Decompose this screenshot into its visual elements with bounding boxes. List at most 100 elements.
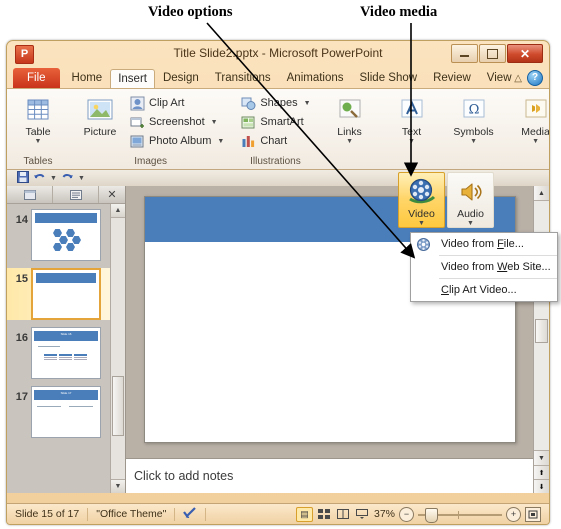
zoom-in-button[interactable]: + bbox=[506, 506, 521, 522]
notes-pane[interactable]: Click to add notes bbox=[126, 458, 533, 493]
customize-quick-access-icon[interactable]: ▼ bbox=[78, 175, 85, 182]
group-label-media bbox=[505, 167, 549, 169]
photo-album-button[interactable]: Photo Album ▼ bbox=[126, 132, 227, 150]
zoom-slider[interactable] bbox=[418, 507, 502, 523]
tab-transitions[interactable]: Transitions bbox=[207, 68, 279, 88]
scroll-down-button[interactable]: ▼ bbox=[534, 450, 549, 465]
chevron-down-icon[interactable]: ▼ bbox=[408, 138, 415, 145]
chevron-down-icon[interactable]: ▼ bbox=[470, 138, 477, 145]
spellcheck-button[interactable] bbox=[175, 507, 207, 521]
media-button[interactable]: Media ▼ bbox=[510, 92, 549, 145]
close-panel-button[interactable]: ✕ bbox=[99, 186, 125, 203]
symbols-button[interactable]: Ω Symbols ▼ bbox=[448, 92, 500, 145]
tab-animations[interactable]: Animations bbox=[279, 68, 352, 88]
thumbnail-preview: Slide 17 bbox=[31, 386, 101, 438]
ribbon-group-links: Links ▼ bbox=[319, 89, 381, 169]
shapes-icon bbox=[240, 95, 256, 111]
zoom-slider-handle[interactable] bbox=[425, 507, 438, 523]
redo-icon[interactable] bbox=[61, 171, 74, 186]
thumbnail-item-selected[interactable]: 15 bbox=[7, 268, 110, 320]
tab-review[interactable]: Review bbox=[425, 68, 479, 88]
video-button[interactable]: Video ▼ bbox=[398, 172, 445, 228]
previous-slide-button[interactable]: ⬆ bbox=[534, 465, 549, 479]
zoom-level[interactable]: 37% bbox=[374, 508, 395, 520]
thumbnail-list[interactable]: 14 15 16 Slide 16 17 Slide 17 bbox=[7, 204, 110, 493]
fit-slide-to-window-button[interactable] bbox=[525, 506, 541, 522]
chevron-down-icon[interactable]: ▼ bbox=[35, 138, 42, 145]
minimize-button[interactable] bbox=[451, 44, 478, 63]
notes-placeholder: Click to add notes bbox=[134, 469, 234, 483]
thumbnail-item[interactable]: 16 Slide 16 bbox=[7, 327, 110, 379]
view-reading-button[interactable] bbox=[336, 508, 351, 521]
zoom-out-button[interactable]: − bbox=[399, 506, 414, 522]
menu-item-video-from-file[interactable]: Video from File... bbox=[411, 233, 557, 255]
thumbnail-preview: Slide 16 bbox=[31, 327, 101, 379]
restore-button[interactable] bbox=[479, 44, 506, 63]
chart-button[interactable]: Chart bbox=[237, 132, 313, 150]
thumbnail-preview bbox=[31, 268, 101, 320]
chevron-down-icon[interactable]: ▼ bbox=[418, 220, 425, 227]
table-button[interactable]: Table ▼ bbox=[12, 92, 64, 145]
menu-item-video-from-web-site[interactable]: Video from Web Site... bbox=[411, 256, 557, 278]
picture-button[interactable]: Picture bbox=[74, 92, 126, 138]
next-slide-button[interactable]: ⬇ bbox=[534, 479, 549, 493]
group-label-text bbox=[381, 167, 443, 169]
minimize-ribbon-icon[interactable]: △ bbox=[514, 73, 522, 84]
chevron-down-icon[interactable]: ▼ bbox=[50, 175, 57, 182]
shapes-button[interactable]: Shapes ▼ bbox=[237, 94, 313, 112]
tab-design[interactable]: Design bbox=[155, 68, 207, 88]
save-icon[interactable] bbox=[17, 171, 29, 186]
video-button-label: Video bbox=[408, 208, 435, 220]
slide-title-band bbox=[36, 273, 96, 283]
scroll-thumb[interactable] bbox=[535, 319, 548, 343]
chevron-down-icon[interactable]: ▼ bbox=[211, 119, 218, 126]
thumbnail-number: 15 bbox=[15, 273, 28, 285]
links-button[interactable]: Links ▼ bbox=[324, 92, 376, 145]
scroll-thumb[interactable] bbox=[112, 376, 124, 436]
chevron-down-icon[interactable]: ▼ bbox=[304, 100, 311, 107]
scroll-down-button[interactable]: ▼ bbox=[111, 479, 125, 493]
thumbnail-item[interactable]: 14 bbox=[7, 209, 110, 261]
tab-outline[interactable] bbox=[53, 186, 99, 203]
text-button[interactable]: Text ▼ bbox=[386, 92, 438, 145]
undo-icon[interactable] bbox=[33, 171, 46, 186]
scroll-track[interactable] bbox=[111, 218, 125, 479]
thumbnail-item[interactable]: 17 Slide 17 bbox=[7, 386, 110, 438]
tab-slide-show[interactable]: Slide Show bbox=[352, 68, 426, 88]
screenshot-button[interactable]: Screenshot ▼ bbox=[126, 113, 227, 131]
theme-name[interactable]: "Office Theme" bbox=[88, 507, 176, 521]
tab-home[interactable]: Home bbox=[64, 68, 111, 88]
audio-button[interactable]: Audio ▼ bbox=[447, 172, 494, 228]
help-icon[interactable]: ? bbox=[527, 70, 543, 86]
chevron-down-icon[interactable]: ▼ bbox=[217, 138, 224, 145]
chevron-down-icon[interactable]: ▼ bbox=[346, 138, 353, 145]
video-dropdown-menu[interactable]: Video from File... Video from Web Site..… bbox=[410, 232, 558, 302]
clip-art-label: Clip Art bbox=[149, 97, 185, 109]
tab-slides[interactable] bbox=[7, 186, 53, 203]
clip-art-button[interactable]: Clip Art bbox=[126, 94, 227, 112]
ribbon-group-images: Picture Clip Art Screenshot ▼ Photo Albu… bbox=[69, 89, 232, 169]
ribbon-body: Table ▼ Tables Picture Clip Art Screensh… bbox=[7, 88, 549, 170]
screenshot-icon bbox=[129, 114, 145, 130]
view-normal-button[interactable]: ▤ bbox=[295, 506, 313, 522]
scroll-up-button[interactable]: ▲ bbox=[534, 186, 549, 201]
smartart-icon bbox=[240, 114, 256, 130]
tab-insert[interactable]: Insert bbox=[110, 69, 155, 88]
chevron-down-icon[interactable]: ▼ bbox=[532, 138, 539, 145]
annotation-video-options: Video options bbox=[148, 4, 233, 20]
thumbnail-scrollbar[interactable]: ▲ ▼ bbox=[110, 204, 125, 493]
screenshot-label: Screenshot bbox=[149, 116, 205, 128]
scroll-up-button[interactable]: ▲ bbox=[111, 204, 125, 218]
view-slide-sorter-button[interactable] bbox=[317, 508, 332, 521]
smartart-button[interactable]: SmartArt bbox=[237, 113, 313, 131]
chevron-down-icon[interactable]: ▼ bbox=[467, 220, 474, 227]
thumbnail-title: Slide 16 bbox=[60, 332, 72, 336]
menu-item-clip-art-video[interactable]: Clip Art Video... bbox=[411, 279, 557, 301]
tab-file[interactable]: File bbox=[13, 68, 60, 88]
thumbnail-number: 17 bbox=[15, 391, 28, 403]
zoom-slider-midpoint bbox=[458, 510, 459, 519]
close-button[interactable]: ✕ bbox=[507, 44, 543, 63]
audio-button-label: Audio bbox=[457, 208, 484, 220]
images-small-buttons: Clip Art Screenshot ▼ Photo Album ▼ bbox=[126, 92, 227, 150]
view-slide-show-button[interactable] bbox=[355, 508, 370, 521]
